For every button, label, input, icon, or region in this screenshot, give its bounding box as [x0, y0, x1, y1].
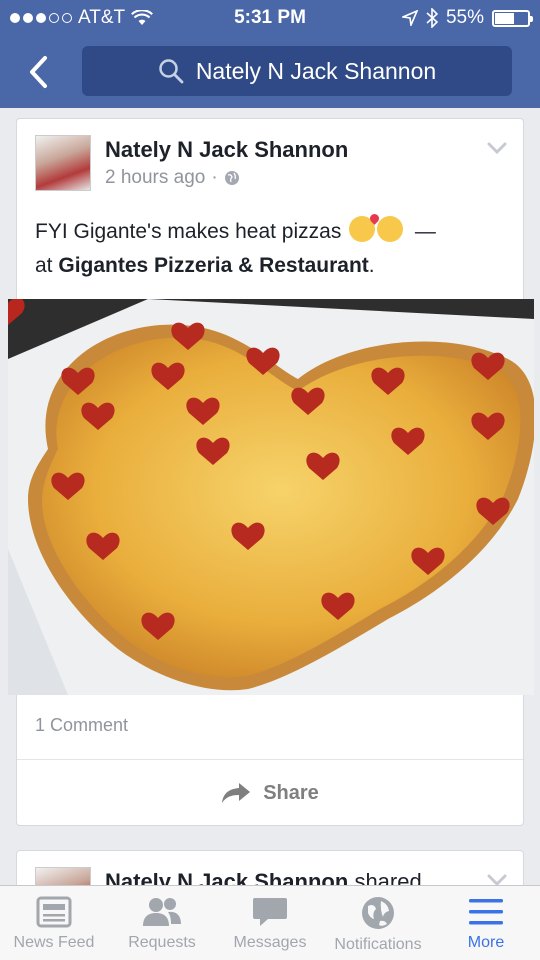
chevron-left-icon — [30, 56, 47, 88]
tab-label: Messages — [233, 934, 307, 951]
messages-icon — [253, 898, 287, 926]
search-icon — [159, 59, 184, 84]
heart-shaped-pizza-photo[interactable] — [8, 299, 534, 695]
friend-requests-icon — [143, 898, 181, 926]
post-card: Nately N Jack Shannon 2 hours ago · FYI … — [8, 118, 534, 826]
place-link[interactable]: Gigantes Pizzeria & Restaurant — [58, 254, 368, 277]
post-dash: — — [414, 220, 436, 243]
post-options-button[interactable] — [487, 141, 507, 159]
tab-notifications[interactable]: Notifications — [324, 886, 432, 960]
avatar[interactable] — [35, 135, 91, 191]
smiling-face-emoji — [377, 216, 404, 242]
post-meta: 2 hours ago · — [105, 167, 240, 189]
back-button[interactable] — [18, 50, 58, 94]
post-at: at — [35, 254, 53, 277]
tab-bar: News Feed Requests Messages Notification… — [0, 885, 540, 960]
tab-news-feed[interactable]: News Feed — [0, 886, 108, 960]
status-bar: AT&T 5:31 PM 55% — [0, 0, 540, 36]
post-text: FYI Gigante's makes heat pizzas — at Gig… — [35, 215, 510, 283]
search-query: Nately N Jack Shannon — [195, 57, 437, 84]
kissing-face-emoji — [349, 216, 376, 242]
post-time[interactable]: 2 hours ago — [105, 167, 205, 189]
globe-icon — [362, 897, 394, 929]
share-arrow-icon — [222, 783, 251, 803]
app-header: AT&T 5:31 PM 55% Nately N Jack Shannon — [0, 0, 540, 108]
comment-count[interactable]: 1 Comment — [35, 715, 128, 736]
globe-icon — [224, 171, 239, 185]
post-author[interactable]: Nately N Jack Shannon — [105, 137, 348, 163]
bluetooth-icon — [426, 8, 438, 28]
divider — [17, 759, 523, 760]
tab-more[interactable]: More — [432, 886, 540, 960]
tab-messages[interactable]: Messages — [216, 886, 324, 960]
share-label: Share — [263, 781, 319, 804]
tab-label: News Feed — [13, 934, 95, 951]
search-bar[interactable]: Nately N Jack Shannon — [82, 46, 512, 96]
chevron-down-icon — [487, 142, 507, 155]
location-arrow-icon — [401, 10, 418, 26]
tab-label: Notifications — [334, 936, 422, 953]
pizza-image — [8, 299, 534, 695]
menu-icon — [469, 899, 503, 925]
tab-label: More — [467, 934, 505, 951]
news-feed-icon — [36, 896, 72, 928]
battery-percent: 55% — [445, 7, 484, 28]
battery-icon — [492, 9, 533, 27]
tab-label: Requests — [128, 934, 196, 951]
meta-separator: · — [211, 167, 218, 188]
share-button[interactable]: Share — [17, 773, 523, 813]
post-period: . — [368, 254, 375, 277]
post-message: FYI Gigante's makes heat pizzas — [35, 220, 342, 243]
tab-requests[interactable]: Requests — [108, 886, 216, 960]
